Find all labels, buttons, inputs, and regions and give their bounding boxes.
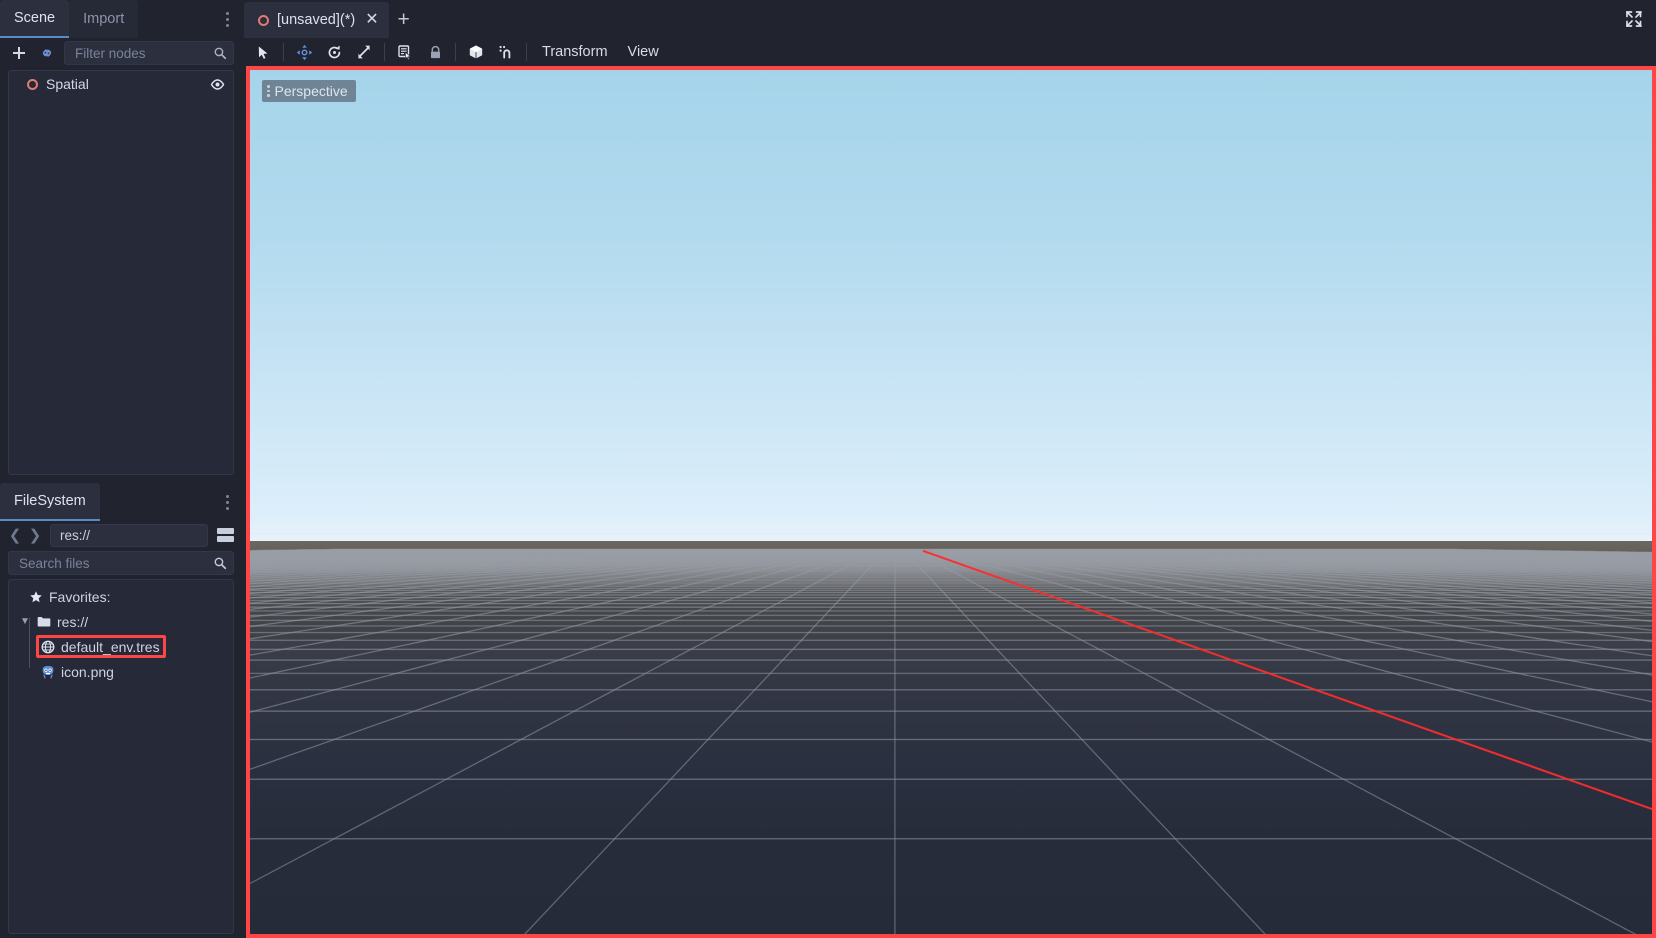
local-space-mode-button[interactable]: [461, 39, 491, 65]
search-icon: [213, 46, 227, 60]
vertical-dots-icon: [226, 495, 229, 498]
rotate-gizmo-icon: [326, 44, 343, 61]
vertical-dots-icon: [226, 507, 229, 510]
filesystem-row-default-env[interactable]: default_env.tres: [9, 634, 233, 659]
toolbar-separator: [384, 43, 385, 61]
filesystem-row-label: Favorites:: [49, 589, 110, 605]
tab-import-label: Import: [83, 11, 124, 27]
scene-tree-node-label: Spatial: [46, 76, 89, 92]
scene-tree-row-spatial[interactable]: Spatial: [9, 71, 233, 97]
eye-icon[interactable]: [210, 77, 225, 92]
scene-dock-tabbar: Scene Import: [0, 0, 242, 38]
chevron-left-icon[interactable]: ❮: [6, 524, 24, 546]
star-icon: [29, 590, 43, 604]
cursor-arrow-icon: [256, 45, 271, 60]
scene-dock-menu-button[interactable]: [218, 0, 242, 38]
left-dock-column: Scene Import: [0, 0, 242, 938]
scene-tabbar: [unsaved](*) ✕ +: [242, 0, 1656, 38]
expand-fullscreen-icon[interactable]: [1622, 7, 1646, 31]
search-files-placeholder: Search files: [19, 556, 213, 571]
scene-tab-label: [unsaved](*): [277, 12, 355, 28]
godot-image-icon: [41, 665, 55, 679]
filesystem-path-value: res://: [60, 528, 90, 543]
filter-nodes-placeholder: Filter nodes: [75, 46, 213, 61]
filter-nodes-input[interactable]: Filter nodes: [64, 41, 234, 65]
rotate-mode-button[interactable]: [319, 39, 349, 65]
snap-magnet-icon: [498, 44, 514, 60]
move-gizmo-icon: [296, 44, 313, 61]
tab-scene-label: Scene: [14, 10, 55, 26]
snap-mode-button[interactable]: [491, 39, 521, 65]
toolbar-separator: [526, 43, 527, 61]
environment-globe-icon: [41, 640, 55, 654]
transform-menu-label: Transform: [542, 44, 608, 60]
lock-icon: [428, 45, 443, 60]
move-mode-button[interactable]: [289, 39, 319, 65]
toolbar-separator: [455, 43, 456, 61]
filesystem-path-field[interactable]: res://: [50, 524, 208, 547]
viewport-grid: [250, 70, 1652, 934]
transform-menu[interactable]: Transform: [532, 39, 618, 65]
tab-filesystem[interactable]: FileSystem: [0, 483, 100, 521]
link-icon: [39, 45, 55, 61]
filesystem-tree[interactable]: Favorites: ▼ res://: [8, 579, 234, 934]
chevron-right-icon[interactable]: ❯: [26, 524, 44, 546]
scene-tab-unsaved[interactable]: [unsaved](*) ✕: [244, 2, 389, 38]
filesystem-dock-tabbar: FileSystem: [0, 483, 242, 521]
filesystem-row-favorites[interactable]: Favorites:: [9, 584, 233, 609]
vertical-dots-icon: [226, 24, 229, 27]
chevron-down-icon[interactable]: ▼: [19, 616, 31, 627]
plus-icon: +: [397, 8, 409, 32]
vertical-dots-icon: [226, 18, 229, 21]
scale-mode-button[interactable]: [349, 39, 379, 65]
search-files-input[interactable]: Search files: [8, 551, 234, 575]
plus-icon: [11, 45, 27, 61]
filesystem-row-icon-png[interactable]: icon.png: [9, 659, 233, 684]
scene-tree-panel[interactable]: Spatial: [8, 70, 234, 475]
vertical-dots-icon: [226, 12, 229, 15]
select-mode-button[interactable]: [248, 39, 278, 65]
instance-scene-button[interactable]: [36, 42, 58, 64]
filesystem-row-label: res://: [57, 614, 88, 630]
tab-filesystem-label: FileSystem: [14, 493, 86, 509]
main-editor-column: [unsaved](*) ✕ +: [242, 0, 1656, 938]
vertical-dots-icon: [226, 501, 229, 504]
lock-selection-button[interactable]: [420, 39, 450, 65]
close-icon[interactable]: ✕: [365, 12, 378, 28]
toolbar-separator: [283, 43, 284, 61]
cube-icon: [468, 44, 484, 60]
scene-tree-toolbar: Filter nodes: [0, 38, 242, 68]
view-menu-label: View: [628, 44, 659, 60]
filesystem-row-label: icon.png: [61, 664, 114, 680]
list-select-icon: [397, 44, 413, 60]
camera-preview-menu[interactable]: Perspective: [262, 80, 356, 102]
camera-mode-label: Perspective: [275, 83, 348, 99]
tab-scene[interactable]: Scene: [0, 0, 69, 38]
add-scene-tab-button[interactable]: +: [389, 2, 419, 38]
spatial-node-icon: [27, 79, 38, 90]
split-mode-icon[interactable]: [214, 524, 236, 546]
filesystem-nav-bar: ❮ ❯ res://: [0, 521, 242, 549]
search-icon: [213, 556, 227, 570]
viewport-toolbar: Transform View: [242, 38, 1656, 66]
scale-gizmo-icon: [356, 44, 372, 60]
viewport-3d-container[interactable]: Perspective: [246, 66, 1656, 938]
tab-import[interactable]: Import: [69, 0, 138, 38]
add-node-button[interactable]: [8, 42, 30, 64]
vertical-dots-icon: [267, 85, 270, 97]
godot-editor-window: Scene Import: [0, 0, 1656, 938]
filesystem-row-label: default_env.tres: [61, 639, 160, 655]
filesystem-row-res-root[interactable]: ▼ res://: [9, 609, 233, 634]
viewport-3d[interactable]: Perspective: [250, 70, 1652, 934]
filesystem-dock: FileSystem ❮ ❯ res:// Search: [0, 483, 242, 938]
list-select-button[interactable]: [390, 39, 420, 65]
folder-icon: [37, 616, 51, 628]
spatial-node-icon: [258, 15, 269, 26]
filesystem-dock-menu-button[interactable]: [218, 483, 242, 521]
view-menu[interactable]: View: [618, 39, 669, 65]
